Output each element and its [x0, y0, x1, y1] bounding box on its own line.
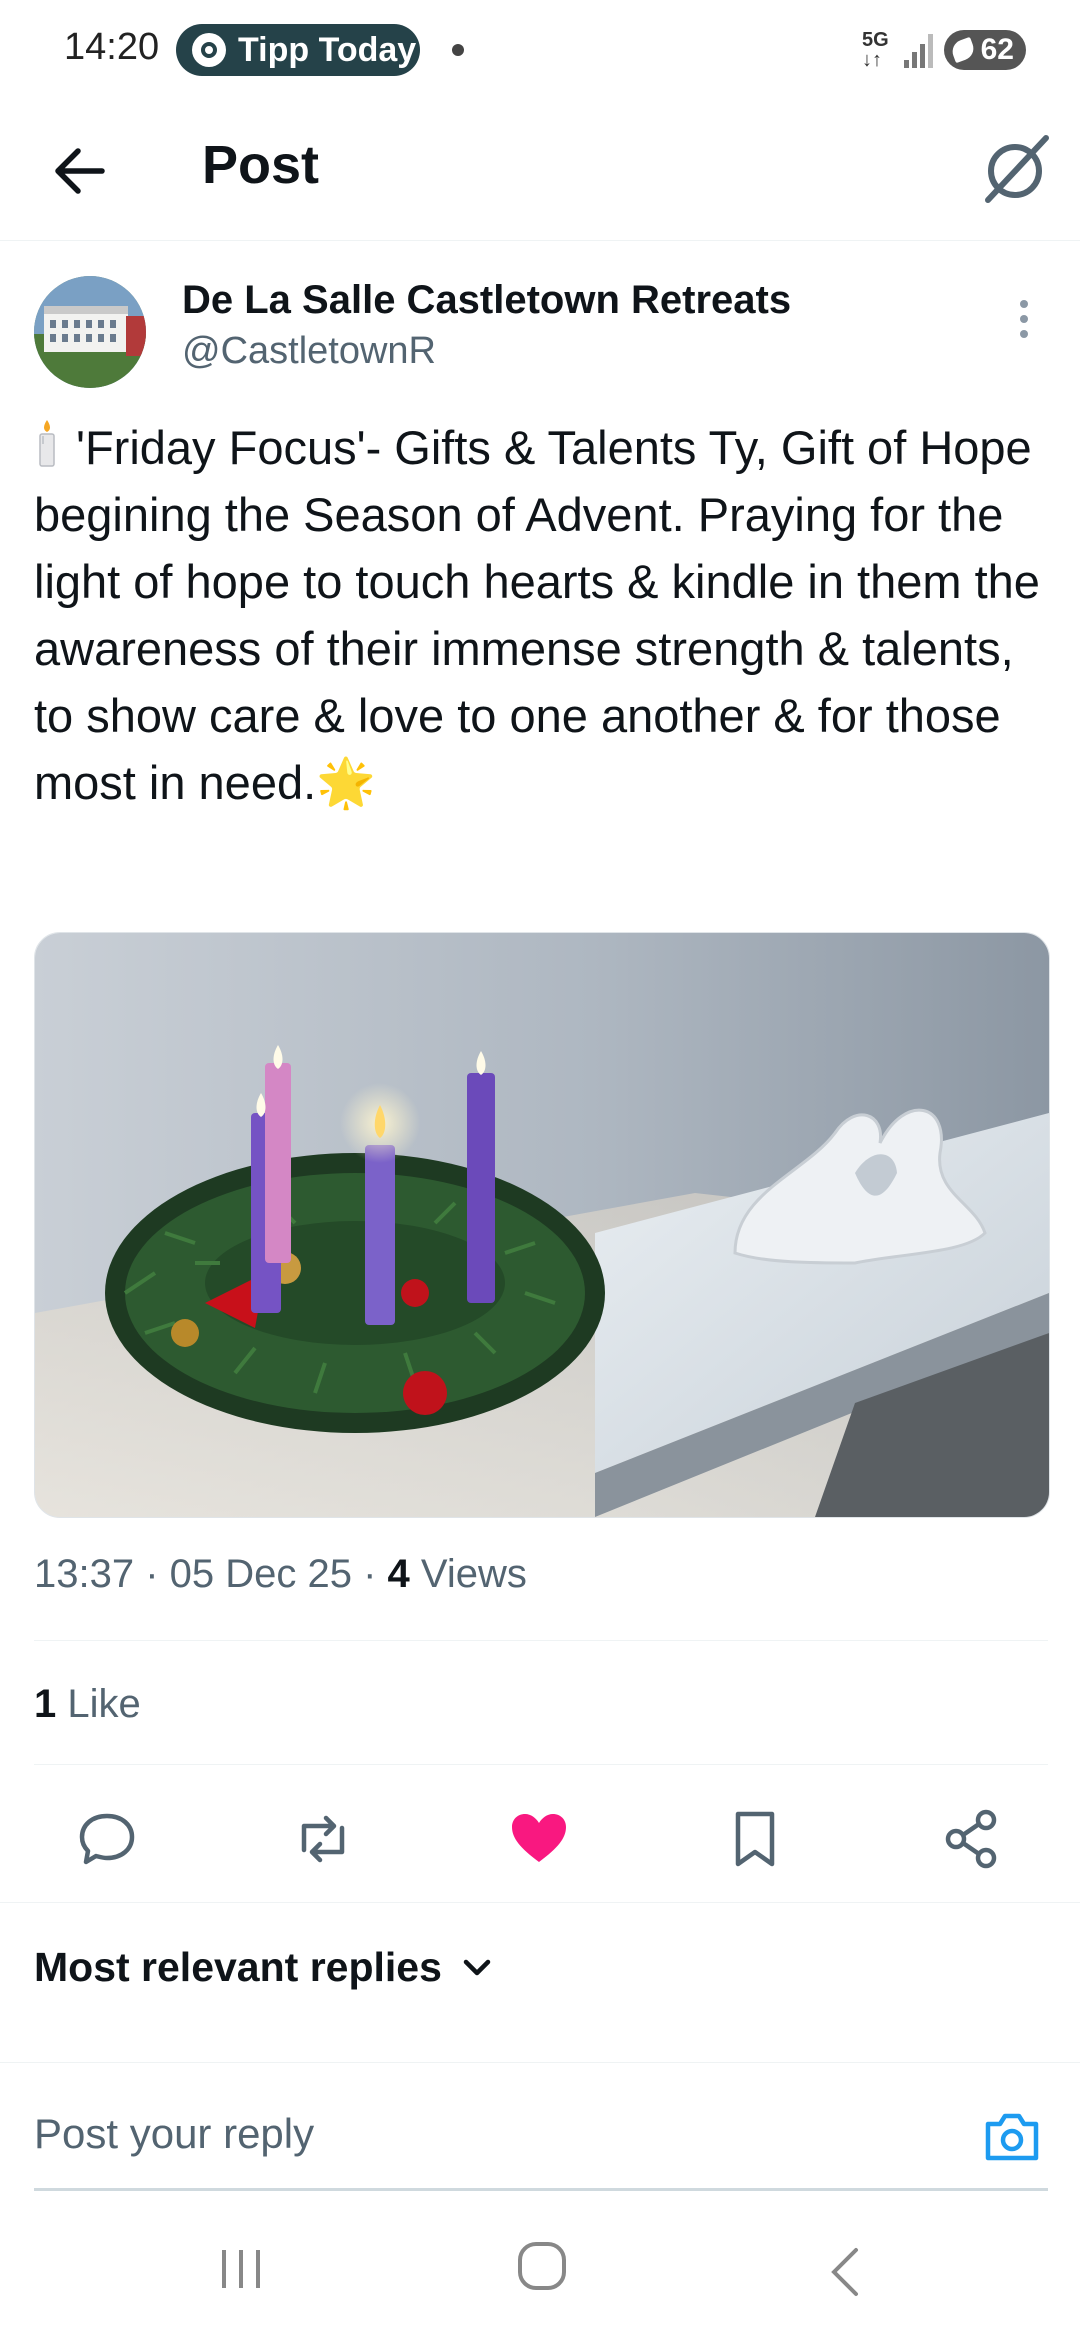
status-time: 14:20	[64, 26, 160, 68]
candle-emoji-icon	[39, 420, 55, 467]
post-time: 13:37	[34, 1552, 135, 1596]
sparkle-emoji-icon: 🌟	[316, 757, 376, 810]
share-icon[interactable]	[938, 1806, 1004, 1872]
battery-saver-icon	[949, 36, 977, 64]
like-icon[interactable]	[506, 1806, 572, 1872]
grok-icon[interactable]	[976, 130, 1054, 208]
notification-pill[interactable]: Tipp Today	[176, 24, 420, 76]
app-icon	[192, 33, 226, 67]
post-action-bar	[0, 1780, 1080, 1900]
divider	[0, 1902, 1080, 1903]
reply-input-underline	[34, 2188, 1048, 2191]
status-bar: 14:20 Tipp Today 5G ↓↑ 62	[0, 0, 1080, 100]
system-navigation-bar	[0, 2200, 1080, 2340]
replies-sort-dropdown[interactable]: Most relevant replies	[34, 1944, 492, 1991]
likes-summary[interactable]: 1 Like	[34, 1682, 141, 1727]
back-arrow-icon[interactable]	[46, 136, 116, 206]
post-image[interactable]	[34, 932, 1050, 1518]
signal-icon	[904, 34, 933, 68]
camera-icon[interactable]	[982, 2106, 1042, 2166]
top-app-bar: Post	[0, 100, 1080, 241]
chevron-down-icon	[463, 1959, 491, 1975]
recent-apps-icon[interactable]	[216, 2246, 266, 2292]
reply-input[interactable]: Post your reply	[34, 2110, 314, 2158]
likes-count: 1	[34, 1682, 57, 1726]
views-label[interactable]: Views	[421, 1552, 527, 1596]
network-type: 5G ↓↑	[862, 29, 889, 71]
post-metadata: 13:37 · 05 Dec 25 · 4 Views	[34, 1552, 527, 1596]
replies-sort-label: Most relevant replies	[34, 1944, 442, 1990]
views-count: 4	[387, 1552, 410, 1596]
divider	[34, 1764, 1048, 1765]
post-date: 05 Dec 25	[169, 1552, 352, 1596]
author-avatar[interactable]	[34, 276, 146, 388]
divider	[0, 2062, 1080, 2063]
bookmark-icon[interactable]	[722, 1806, 788, 1872]
notification-dot-icon	[452, 44, 464, 56]
home-icon[interactable]	[516, 2240, 568, 2292]
page-title: Post	[202, 135, 320, 195]
author-handle[interactable]: @CastletownR	[182, 330, 436, 373]
reply-icon[interactable]	[74, 1806, 140, 1872]
more-options-icon[interactable]	[1012, 300, 1036, 346]
battery-level: 62	[980, 33, 1014, 66]
repost-icon[interactable]	[290, 1806, 356, 1872]
post-text: 'Friday Focus'- Gifts & Talents Ty, Gift…	[34, 414, 1050, 816]
divider	[34, 1640, 1048, 1641]
author-name[interactable]: De La Salle Castletown Retreats	[182, 278, 791, 323]
back-nav-icon[interactable]	[826, 2246, 866, 2298]
battery-indicator: 62	[944, 30, 1026, 70]
notification-app-label: Tipp Today	[238, 30, 417, 69]
likes-label: Like	[67, 1682, 141, 1726]
post-body: 'Friday Focus'- Gifts & Talents Ty, Gift…	[34, 421, 1040, 809]
